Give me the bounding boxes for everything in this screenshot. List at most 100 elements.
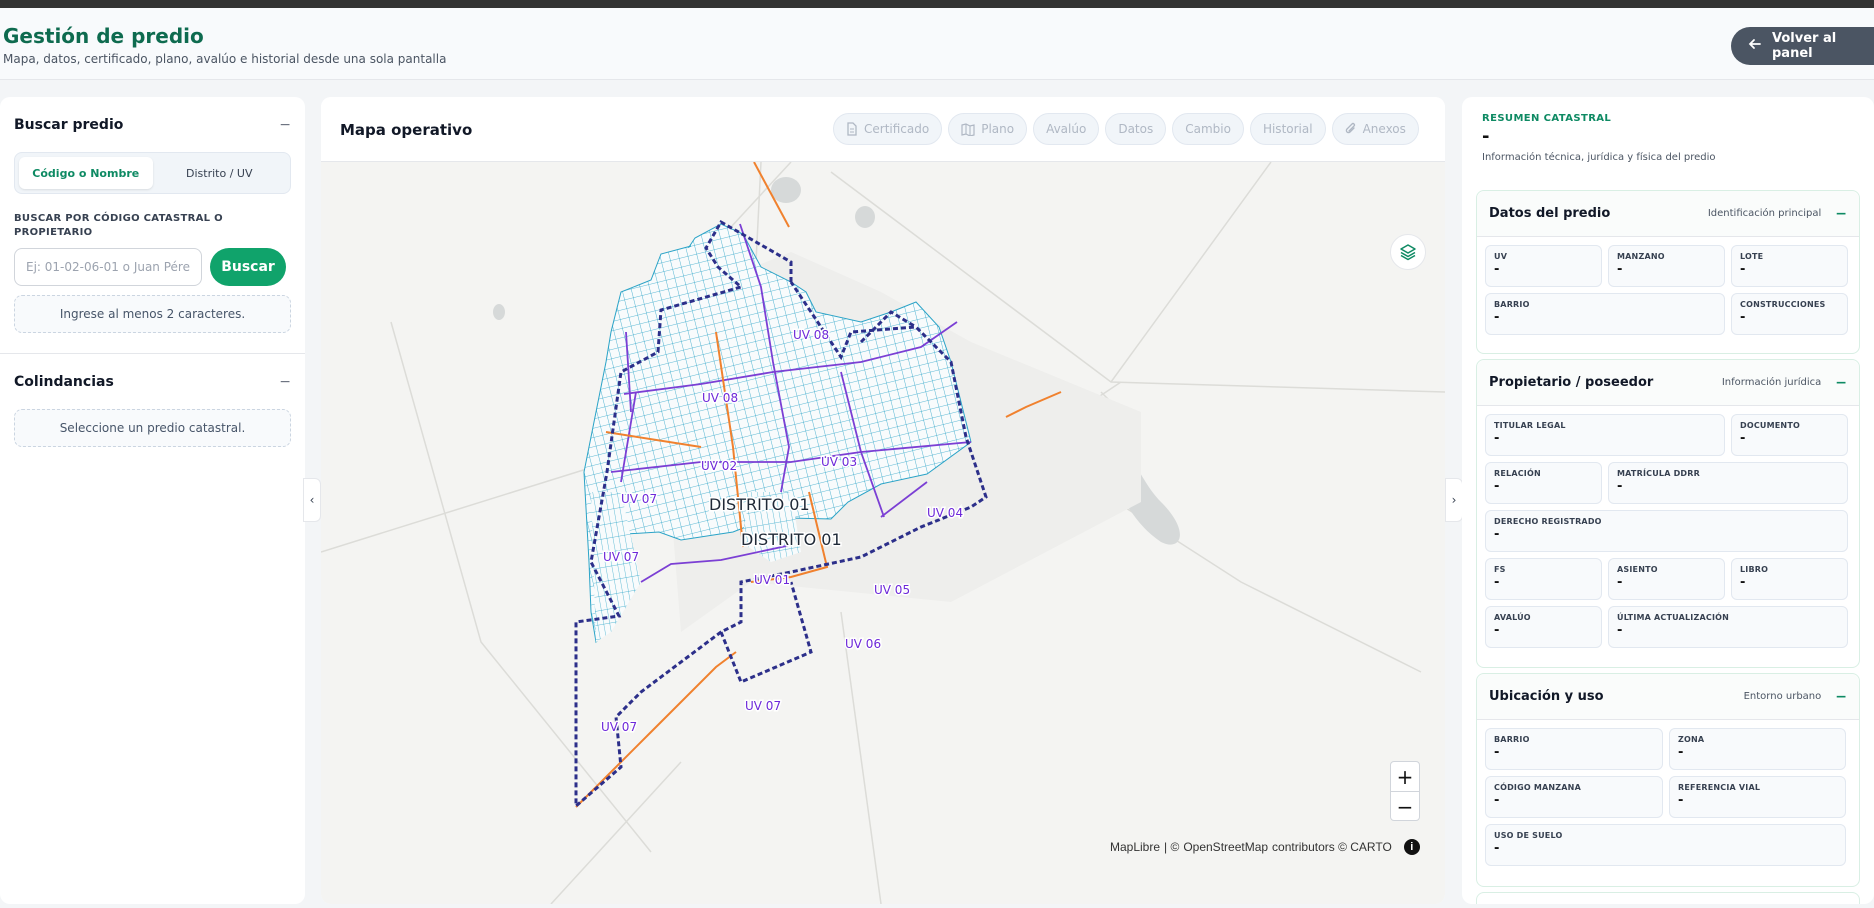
field-zona: ZONA -	[1669, 728, 1846, 770]
datos-predio-title: Datos del predio	[1489, 206, 1611, 221]
page-title: Gestión de predio	[3, 24, 204, 48]
tab-anexos[interactable]: Anexos	[1331, 113, 1419, 145]
field-value: -	[1740, 575, 1746, 590]
field-label: MATRÍCULA DDRR	[1617, 469, 1700, 478]
attribution-sep: | ©	[1164, 840, 1180, 854]
map-icon	[961, 122, 975, 136]
info-icon[interactable]: i	[1403, 839, 1420, 855]
tab-certificado-label: Certificado	[864, 122, 930, 136]
mode-code-name-tab[interactable]: Código o Nombre	[19, 157, 153, 189]
field-label: RELACIÓN	[1494, 469, 1541, 478]
colindancias-title: Colindancias	[14, 373, 114, 390]
document-icon	[847, 122, 857, 136]
collapse-icon[interactable]: −	[1835, 375, 1847, 391]
district-label: DISTRITO 01	[741, 530, 842, 549]
ubicacion-header[interactable]: Ubicación y uso Entorno urbano −	[1477, 674, 1859, 720]
ubicacion-subtitle: Entorno urbano	[1743, 691, 1822, 702]
field-matricula-ddrr: MATRÍCULA DDRR -	[1608, 462, 1848, 504]
tab-avaluo-label: Avalúo	[1046, 122, 1087, 136]
tab-certificado[interactable]: Certificado	[833, 113, 943, 145]
field-value: -	[1494, 431, 1500, 446]
search-button[interactable]: Buscar	[210, 248, 286, 286]
field-label: CONSTRUCCIONES	[1740, 300, 1826, 309]
osm-link[interactable]: OpenStreetMap	[1183, 840, 1268, 854]
layers-icon	[1400, 244, 1416, 261]
map-title: Mapa operativo	[340, 121, 473, 139]
field-label: LOTE	[1740, 252, 1764, 261]
field-label: ZONA	[1678, 735, 1705, 744]
map-svg[interactable]: DISTRITO 01 DISTRITO 01 UV 01 UV 02 UV 0…	[321, 161, 1445, 904]
uv-label: UV 08	[702, 391, 738, 405]
field-label: BARRIO	[1494, 300, 1530, 309]
uv-label: UV 02	[701, 459, 737, 473]
search-mode-toggle: Código o Nombre Distrito / UV	[14, 152, 291, 194]
datos-predio-header[interactable]: Datos del predio Identificación principa…	[1477, 191, 1859, 237]
uv-label: UV 07	[621, 492, 657, 506]
propietario-header[interactable]: Propietario / poseedor Información juríd…	[1477, 360, 1859, 406]
field-documento: DOCUMENTO -	[1731, 414, 1848, 456]
field-label: MANZANO	[1617, 252, 1665, 261]
field-label: TITULAR LEGAL	[1494, 421, 1566, 430]
ubicacion-title: Ubicación y uso	[1489, 689, 1604, 704]
field-label: CÓDIGO MANZANA	[1494, 783, 1581, 792]
collapse-colindancias-icon[interactable]: −	[279, 374, 291, 390]
field-value: -	[1494, 745, 1500, 760]
field-barrio: BARRIO -	[1485, 728, 1663, 770]
tab-cambio-label: Cambio	[1185, 122, 1231, 136]
paperclip-icon	[1345, 122, 1355, 134]
collapse-icon[interactable]: −	[1835, 689, 1847, 705]
browser-top-bar	[0, 0, 1874, 8]
field-label: DERECHO REGISTRADO	[1494, 517, 1602, 526]
map-header: Mapa operativo Certificado Plano Avalúo …	[321, 97, 1445, 162]
summary-subtitle: Información técnica, jurídica y física d…	[1482, 152, 1716, 163]
search-input[interactable]	[14, 248, 202, 286]
field-manzano: MANZANO -	[1608, 245, 1725, 287]
field-value: -	[1494, 479, 1500, 494]
field-avaluo: AVALÚO -	[1485, 606, 1602, 648]
field-uv: UV -	[1485, 245, 1602, 287]
zoom-out-button[interactable]: −	[1391, 792, 1419, 822]
colindancias-section-header[interactable]: Colindancias −	[0, 354, 305, 409]
datos-predio-subtitle: Identificación principal	[1707, 208, 1822, 219]
tab-avaluo[interactable]: Avalúo	[1033, 113, 1100, 145]
maplibre-link[interactable]: MapLibre	[1110, 840, 1160, 854]
field-label: DOCUMENTO	[1740, 421, 1800, 430]
search-section-header[interactable]: Buscar predio −	[0, 97, 305, 152]
back-button-label: Volver al panel	[1772, 31, 1837, 61]
uv-label: UV 04	[927, 506, 963, 520]
field-fs: FS -	[1485, 558, 1602, 600]
summary-panel: RESUMEN CATASTRAL - Información técnica,…	[1462, 97, 1874, 904]
collapse-search-icon[interactable]: −	[279, 117, 291, 133]
uv-label: UV 08	[793, 328, 829, 342]
zoom-in-button[interactable]: +	[1391, 762, 1419, 792]
field-label: ÚLTIMA ACTUALIZACIÓN	[1617, 613, 1730, 622]
back-to-panel-button[interactable]: Volver al panel	[1731, 27, 1874, 65]
field-barrio: BARRIO -	[1485, 293, 1725, 335]
tab-cambio[interactable]: Cambio	[1172, 113, 1244, 145]
mode-district-uv-tab[interactable]: Distrito / UV	[153, 157, 287, 189]
field-uso-de-suelo: USO DE SUELO -	[1485, 824, 1846, 866]
arrow-left-icon	[1748, 37, 1762, 55]
uv-label: UV 07	[603, 550, 639, 564]
field-value: -	[1740, 262, 1746, 277]
page-subtitle: Mapa, datos, certificado, plano, avalúo …	[3, 52, 447, 66]
field-label: BARRIO	[1494, 735, 1530, 744]
collapse-icon[interactable]: −	[1835, 206, 1847, 222]
uv-label: UV 07	[601, 720, 637, 734]
field-label: LIBRO	[1740, 565, 1769, 574]
map-canvas[interactable]: DISTRITO 01 DISTRITO 01 UV 01 UV 02 UV 0…	[321, 161, 1445, 904]
field-value: -	[1617, 262, 1623, 277]
collapse-left-panel-button[interactable]: ‹	[303, 478, 321, 522]
tab-datos[interactable]: Datos	[1105, 113, 1167, 145]
search-section-title: Buscar predio	[14, 116, 124, 133]
field-titular-legal: TITULAR LEGAL -	[1485, 414, 1725, 456]
uv-label: UV 01	[754, 573, 790, 587]
tab-historial[interactable]: Historial	[1249, 113, 1326, 145]
field-relacion: RELACIÓN -	[1485, 462, 1602, 504]
tab-plano-label: Plano	[981, 122, 1015, 136]
field-value: -	[1494, 575, 1500, 590]
collapse-right-panel-button[interactable]: ›	[1445, 478, 1463, 522]
layers-toggle-button[interactable]	[1390, 234, 1426, 270]
tab-plano[interactable]: Plano	[948, 113, 1028, 145]
field-value: -	[1494, 527, 1500, 542]
